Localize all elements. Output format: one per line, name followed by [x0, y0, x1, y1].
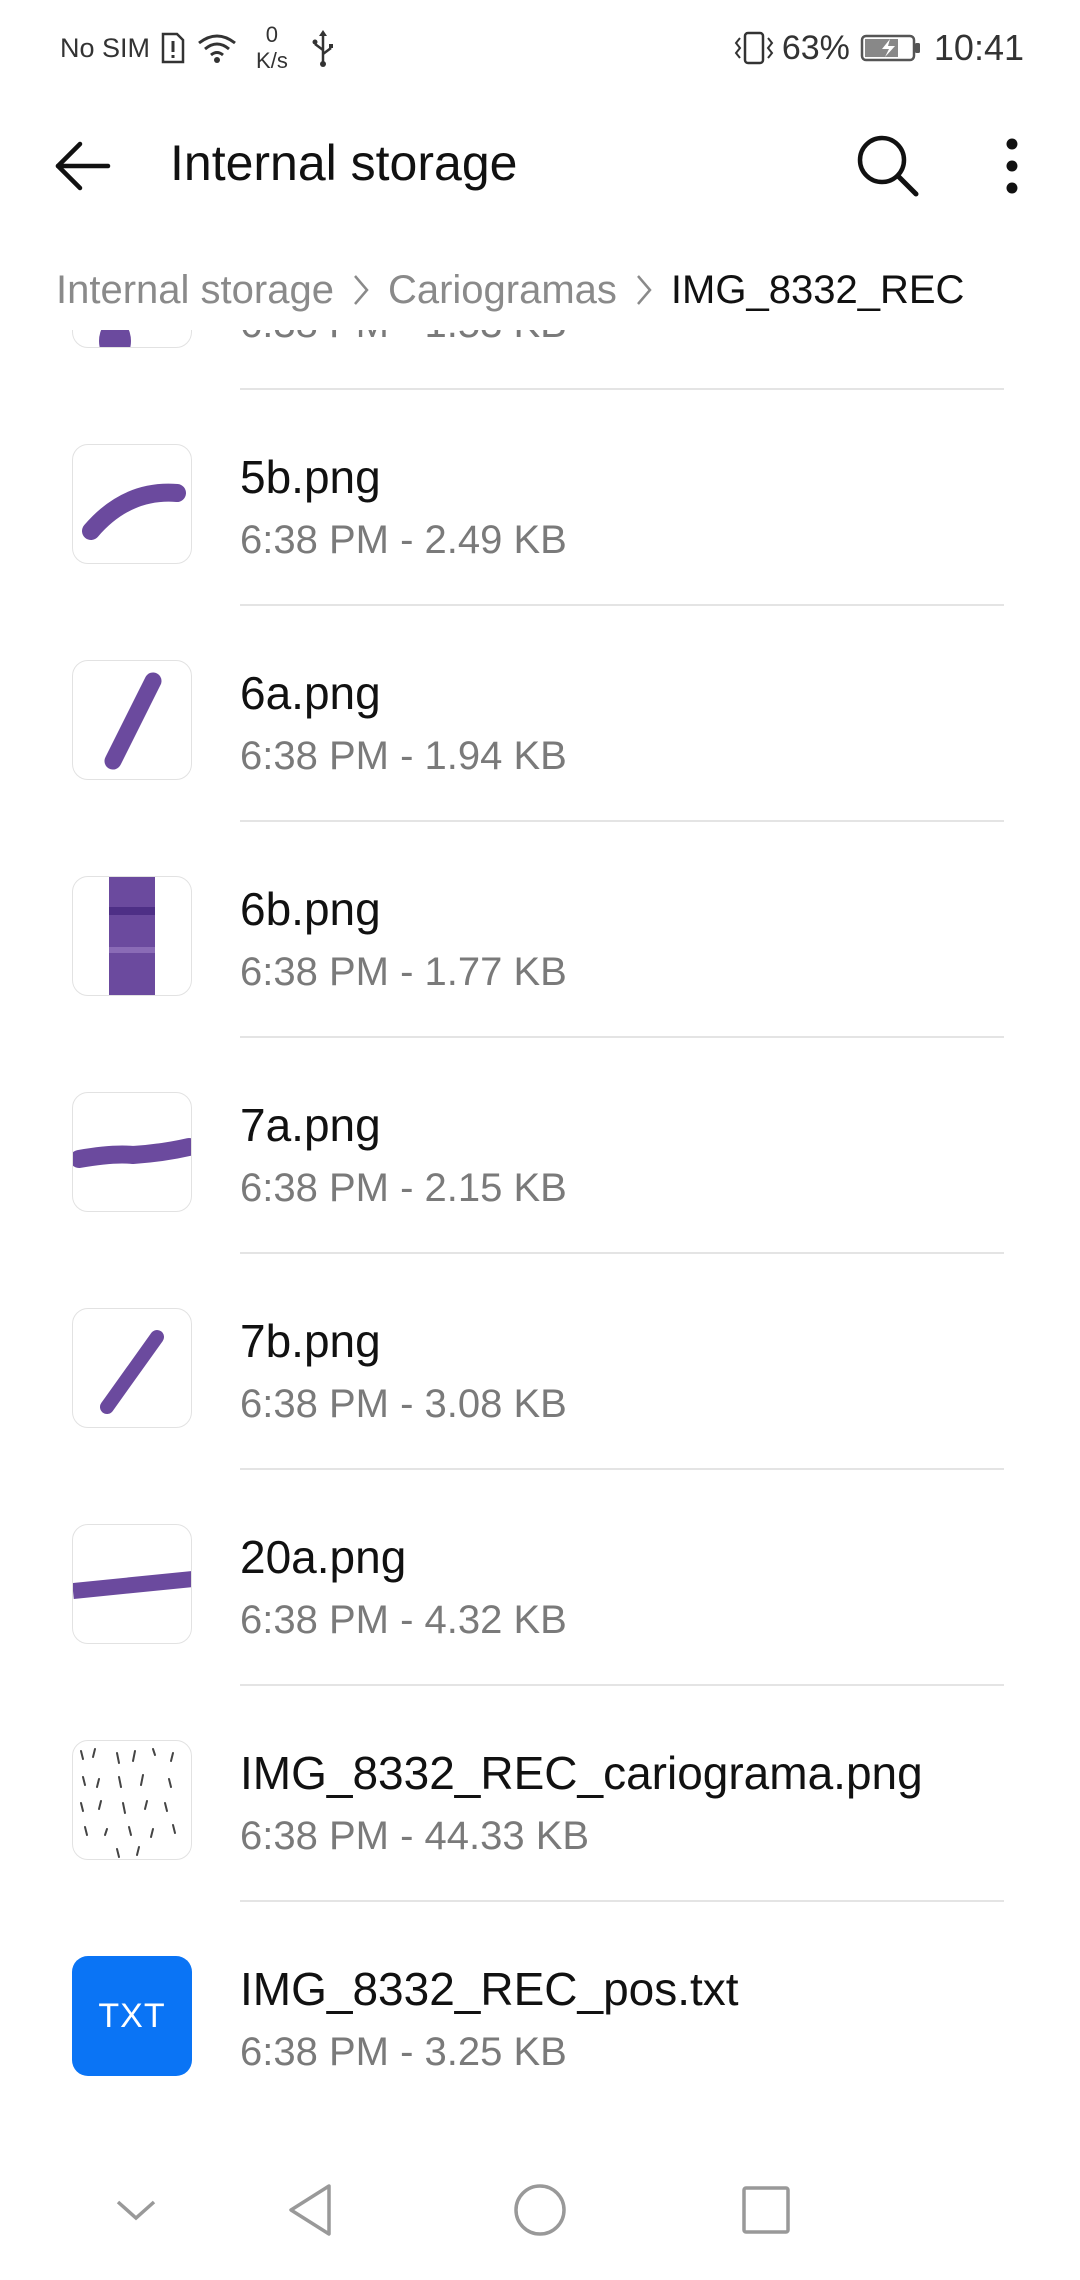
file-row[interactable]: TXT IMG_8332_REC_pos.txt 6:38 PM - 3.25 …: [0, 1902, 1080, 2118]
file-name: 20a.png: [240, 1531, 407, 1583]
file-row[interactable]: 20a.png 6:38 PM - 4.32 KB: [0, 1470, 1080, 1686]
status-left: No SIM 0 K/s: [60, 18, 336, 78]
file-manager-screen: No SIM 0 K/s 63% 10:41 Internal storage …: [0, 0, 1080, 2280]
chromosome-image: [72, 1524, 192, 1644]
circle-home-icon: [514, 2184, 566, 2236]
network-speed: 0 K/s: [256, 22, 288, 74]
app-toolbar: Internal storage: [0, 96, 1080, 236]
chromosome-image: [72, 1308, 192, 1428]
chromosome-image: [72, 660, 192, 780]
file-row[interactable]: 7a.png 6:38 PM - 2.15 KB: [0, 1038, 1080, 1254]
file-row[interactable]: 6:38 PM - 1.53 KB: [0, 330, 1080, 390]
file-meta: 6:38 PM - 1.94 KB: [240, 734, 567, 778]
battery-charging-icon: [860, 33, 922, 63]
file-row[interactable]: 5b.png 6:38 PM - 2.49 KB: [0, 390, 1080, 606]
more-options-button[interactable]: [982, 124, 1042, 208]
chromosome-image: [72, 876, 192, 996]
vibrate-icon: [732, 30, 776, 66]
file-name: 7b.png: [240, 1315, 381, 1367]
file-meta: 6:38 PM - 1.53 KB: [240, 330, 567, 347]
file-name: 6a.png: [240, 667, 381, 719]
file-row[interactable]: 7b.png 6:38 PM - 3.08 KB: [0, 1254, 1080, 1470]
sim-alert-icon: [160, 31, 186, 65]
carrier-label: No SIM: [60, 32, 151, 63]
nav-back-button[interactable]: [270, 2170, 350, 2250]
file-name: IMG_8332_REC_pos.txt: [240, 1963, 739, 2015]
chromosome-image: [72, 1092, 192, 1212]
file-name: 7a.png: [240, 1099, 381, 1151]
breadcrumb: Internal storage Cariogramas IMG_8332_RE…: [56, 258, 964, 322]
txt-file-icon: TXT: [72, 1956, 192, 2076]
navigation-bar: [0, 2140, 1080, 2280]
search-icon: [857, 135, 919, 197]
network-speed-unit: K/s: [256, 48, 288, 73]
search-button[interactable]: [846, 124, 930, 208]
file-name: IMG_8332_REC_cariograma.png: [240, 1747, 923, 1799]
status-bar: No SIM 0 K/s 63% 10:41: [0, 0, 1080, 96]
breadcrumb-item-cariogramas[interactable]: Cariogramas: [388, 268, 617, 313]
nav-home-button[interactable]: [500, 2170, 580, 2250]
file-meta: 6:38 PM - 44.33 KB: [240, 1814, 590, 1858]
clock: 10:41: [933, 27, 1024, 68]
nav-recents-button[interactable]: [726, 2170, 806, 2250]
back-button[interactable]: [40, 124, 124, 208]
chromosome-image: [72, 444, 192, 564]
file-meta: 6:38 PM - 3.25 KB: [240, 2030, 567, 2074]
triangle-back-icon: [289, 2184, 331, 2236]
status-right: 63% 10:41: [722, 18, 1024, 78]
chevron-right-icon: [352, 273, 370, 307]
file-meta: 6:38 PM - 3.08 KB: [240, 1382, 567, 1426]
file-meta: 6:38 PM - 2.49 KB: [240, 518, 567, 562]
chromosome-image: [72, 330, 192, 348]
page-title: Internal storage: [170, 135, 518, 191]
arrow-left-icon: [55, 141, 111, 191]
usb-icon: [310, 28, 336, 68]
file-row[interactable]: 6a.png 6:38 PM - 1.94 KB: [0, 606, 1080, 822]
chevron-down-icon: [116, 2200, 156, 2221]
chevron-right-icon: [635, 273, 653, 307]
breadcrumb-item-internal-storage[interactable]: Internal storage: [56, 268, 334, 313]
file-row[interactable]: IMG_8332_REC_cariograma.png 6:38 PM - 44…: [0, 1686, 1080, 1902]
square-recents-icon: [742, 2186, 790, 2234]
karyogram-image: [72, 1740, 192, 1860]
hide-nav-button[interactable]: [96, 2170, 176, 2250]
file-meta: 6:38 PM - 4.32 KB: [240, 1598, 567, 1642]
file-list: 6:38 PM - 1.53 KB 5b.png 6:38 PM - 2.49 …: [0, 330, 1080, 2140]
txt-label: TXT: [98, 1996, 166, 2035]
wifi-icon: [196, 31, 238, 65]
more-vertical-icon: [1006, 138, 1018, 194]
file-meta: 6:38 PM - 1.77 KB: [240, 950, 567, 994]
battery-percent: 63%: [781, 28, 850, 67]
network-speed-value: 0: [265, 22, 279, 47]
file-row[interactable]: 6b.png 6:38 PM - 1.77 KB: [0, 822, 1080, 1038]
breadcrumb-item-current[interactable]: IMG_8332_REC: [671, 268, 964, 313]
file-name: 6b.png: [240, 883, 381, 935]
file-meta: 6:38 PM - 2.15 KB: [240, 1166, 567, 1210]
file-name: 5b.png: [240, 451, 381, 503]
